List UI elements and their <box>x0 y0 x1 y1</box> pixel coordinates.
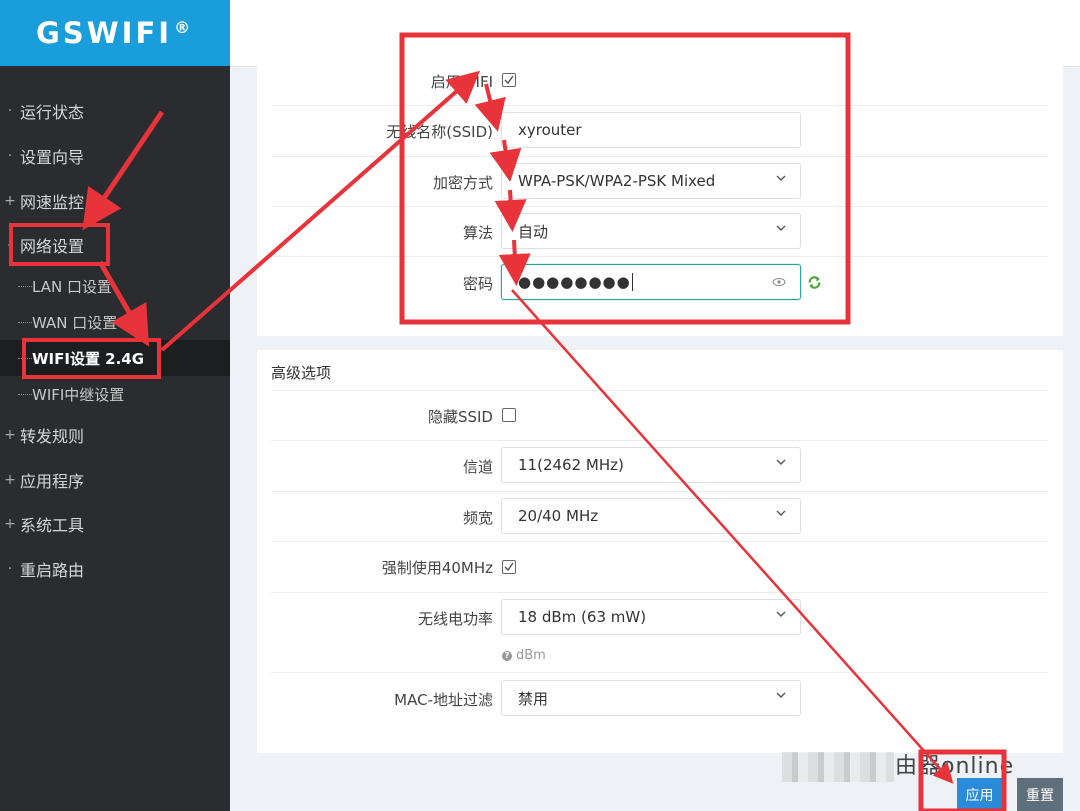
ssid-input[interactable]: xyrouter <box>501 112 801 148</box>
force-40mhz-checkbox[interactable] <box>502 560 516 574</box>
chevron-down-icon <box>776 459 786 465</box>
hide-ssid-checkbox[interactable] <box>502 408 516 422</box>
apply-button[interactable]: 应用 <box>957 778 1002 811</box>
tx-power-label: 无线电功率 <box>417 610 493 628</box>
sidebar-item-network-settings[interactable]: - 网络设置 <box>0 225 230 265</box>
chevron-down-icon <box>776 611 786 617</box>
chevron-down-icon <box>776 175 786 181</box>
sidebar-item-wizard[interactable]: · 设置向导 <box>0 136 230 176</box>
mac-filter-label: MAC-地址过滤 <box>394 691 493 709</box>
tx-power-select[interactable]: 18 dBm (63 mW) <box>501 599 801 635</box>
check-icon <box>504 562 514 572</box>
sidebar-item-reboot[interactable]: · 重启路由 <box>0 549 230 589</box>
help-icon: ? <box>502 650 512 661</box>
algorithm-label: 算法 <box>462 224 493 242</box>
chevron-down-icon <box>776 510 786 516</box>
watermark-text: 由器online <box>895 754 1015 779</box>
row-divider <box>271 206 1048 207</box>
sidebar-item-speed-monitor[interactable]: + 网速监控 <box>0 181 230 221</box>
encryption-label: 加密方式 <box>432 174 493 192</box>
sidebar-subitem-wan[interactable]: WAN 口设置 <box>0 304 230 340</box>
chevron-down-icon <box>776 225 786 231</box>
row-divider <box>271 672 1048 673</box>
blurred-watermark <box>782 752 894 782</box>
channel-select[interactable]: 11(2462 MHz) <box>501 447 801 483</box>
top-header <box>230 0 1080 67</box>
row-divider <box>271 491 1048 492</box>
enable-wifi-label: 启用WIFI <box>430 73 493 91</box>
sidebar-item-status[interactable]: · 运行状态 <box>0 91 230 131</box>
sidebar-subitem-lan[interactable]: LAN 口设置 <box>0 268 230 304</box>
sidebar-subitem-wifi-24g[interactable]: WIFI设置 2.4G <box>0 340 230 376</box>
row-divider <box>271 256 1048 257</box>
reset-button[interactable]: 重置 <box>1017 778 1063 811</box>
advanced-section-title: 高级选项 <box>271 364 332 382</box>
password-label: 密码 <box>462 275 493 293</box>
eye-icon[interactable] <box>772 277 786 287</box>
mac-filter-select[interactable]: 禁用 <box>501 680 801 716</box>
tx-power-hint: ? dBm <box>502 648 546 663</box>
row-divider <box>271 390 1048 391</box>
sidebar: GSWIFI ® · 运行状态 · 设置向导 + 网速监控 - 网络设置 LAN 口设置 … <box>0 0 230 811</box>
algorithm-select[interactable]: 自动 <box>501 213 801 249</box>
brand-logo[interactable]: GSWIFI ® <box>0 0 230 66</box>
bandwidth-label: 频宽 <box>462 509 493 527</box>
sidebar-item-system-tools[interactable]: + 系统工具 <box>0 504 230 544</box>
force-40mhz-label: 强制使用40MHz <box>381 559 493 577</box>
password-input[interactable]: ●●●●●●●● <box>501 264 801 300</box>
encryption-select[interactable]: WPA-PSK/WPA2-PSK Mixed <box>501 163 801 199</box>
hide-ssid-label: 隐藏SSID <box>427 408 493 426</box>
row-divider <box>271 105 1048 106</box>
row-divider <box>271 541 1048 542</box>
check-icon <box>504 75 514 85</box>
channel-label: 信道 <box>462 458 493 476</box>
sidebar-subitem-wifi-repeater[interactable]: WIFI中继设置 <box>0 376 230 412</box>
row-divider <box>271 156 1048 157</box>
row-divider <box>271 592 1048 593</box>
refresh-password-icon[interactable] <box>807 275 822 290</box>
chevron-down-icon <box>776 692 786 698</box>
sidebar-item-applications[interactable]: + 应用程序 <box>0 460 230 500</box>
row-divider <box>271 440 1048 441</box>
ssid-label: 无线名称(SSID) <box>386 123 493 141</box>
sidebar-item-forwarding[interactable]: + 转发规则 <box>0 415 230 455</box>
enable-wifi-checkbox[interactable] <box>502 73 516 87</box>
bandwidth-select[interactable]: 20/40 MHz <box>501 498 801 534</box>
